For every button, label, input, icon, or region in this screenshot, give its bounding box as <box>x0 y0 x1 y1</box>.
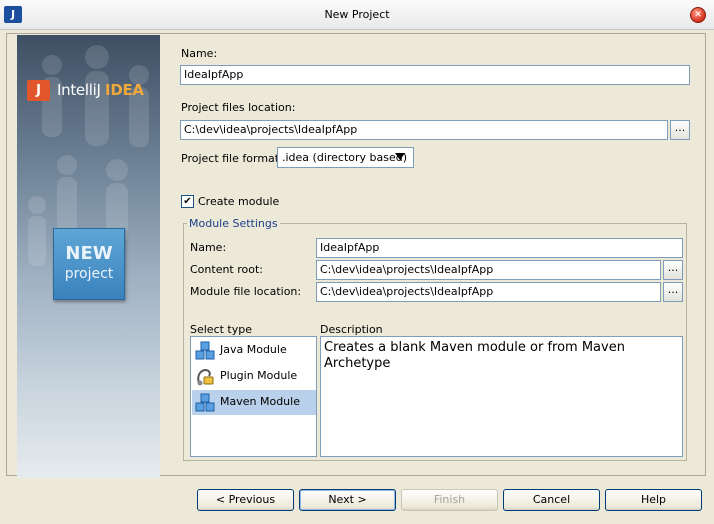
help-button[interactable]: Help <box>605 489 702 511</box>
description-label: Description <box>320 323 383 336</box>
list-item-java-module[interactable]: Java Module <box>192 338 316 363</box>
module-type-list[interactable]: Java Module Plugin Module Maven Module <box>190 336 317 457</box>
project-name-label: Name: <box>181 47 218 60</box>
next-button[interactable]: Next > <box>299 489 396 511</box>
create-module-checkbox[interactable]: ✔ <box>181 195 194 208</box>
description-text: Creates a blank Maven module or from Mav… <box>324 340 625 371</box>
module-name-label: Name: <box>190 241 227 254</box>
project-format-dropdown[interactable]: .idea (directory based) <box>277 147 414 168</box>
select-type-label: Select type <box>190 323 253 336</box>
content-root-label: Content root: <box>190 263 264 276</box>
list-item-plugin-module[interactable]: Plugin Module <box>192 364 316 389</box>
close-button[interactable]: ✕ <box>690 7 706 23</box>
project-location-field[interactable]: C:\dev\idea\projects\IdeaIpfApp <box>180 120 668 140</box>
project-location-label: Project files location: <box>181 101 296 114</box>
module-file-location-label: Module file location: <box>190 285 302 298</box>
finish-button[interactable]: Finish <box>401 489 498 511</box>
description-box: Creates a blank Maven module or from Mav… <box>320 336 683 457</box>
cubes-icon <box>195 393 215 412</box>
module-file-location-field[interactable]: C:\dev\idea\projects\IdeaIpfApp <box>316 282 661 302</box>
content-root-field[interactable]: C:\dev\idea\projects\IdeaIpfApp <box>316 260 661 280</box>
logo-idea-text: IDEA <box>105 81 144 99</box>
plugin-module-label: Plugin Module <box>220 369 298 382</box>
window-title: New Project <box>324 8 390 21</box>
intellij-idea-logo: IntelliJ IDEA <box>57 80 144 101</box>
java-module-label: Java Module <box>220 343 287 356</box>
module-settings-title: Module Settings <box>187 217 280 230</box>
list-item-maven-module[interactable]: Maven Module <box>192 390 316 415</box>
browse-location-button[interactable]: ... <box>670 120 690 140</box>
cubes-icon <box>195 341 215 360</box>
new-project-badge: NEW project <box>53 228 125 300</box>
cancel-button[interactable]: Cancel <box>503 489 600 511</box>
logo-intellij-text: IntelliJ <box>57 81 101 99</box>
browse-module-file-button[interactable]: ... <box>663 282 683 302</box>
module-name-field[interactable]: IdeaIpfApp <box>316 238 683 258</box>
previous-button[interactable]: < Previous <box>197 489 294 511</box>
project-format-value: .idea (directory based) <box>282 151 408 164</box>
project-name-field[interactable]: IdeaIpfApp <box>180 65 690 85</box>
chevron-down-icon <box>395 153 405 160</box>
create-module-label[interactable]: Create module <box>198 195 279 208</box>
intellij-logo-icon: J <box>27 80 50 101</box>
plug-icon <box>197 368 214 386</box>
browse-content-root-button[interactable]: ... <box>663 260 683 280</box>
maven-module-label: Maven Module <box>220 395 300 408</box>
badge-new-text: NEW <box>65 243 113 264</box>
project-format-label: Project file format: <box>181 152 283 165</box>
badge-project-text: project <box>64 266 114 282</box>
